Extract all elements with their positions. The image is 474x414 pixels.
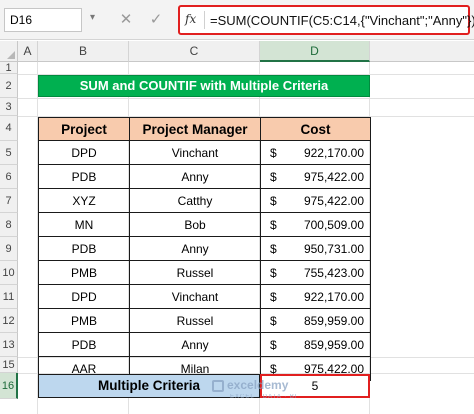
cost-amount: 922,170.00: [303, 290, 364, 304]
currency-symbol: $: [270, 242, 277, 256]
table-row: PDB Anny $859,959.00: [38, 332, 371, 357]
insert-function-icon[interactable]: fx: [185, 12, 196, 26]
header-project-manager[interactable]: Project Manager: [129, 117, 261, 141]
row-header-5[interactable]: 5: [0, 141, 18, 165]
row-header-2[interactable]: 2: [0, 74, 18, 98]
table-row: PMB Russel $859,959.00: [38, 308, 371, 333]
column-header-a[interactable]: A: [18, 41, 38, 62]
currency-symbol: $: [270, 194, 277, 208]
table-row: PMB Russel $755,423.00: [38, 260, 371, 285]
name-box-dropdown-icon[interactable]: ▾: [90, 12, 95, 23]
cell-project[interactable]: DPD: [38, 140, 130, 165]
row-header-15[interactable]: 15: [0, 357, 18, 373]
row-header-16[interactable]: 16: [0, 373, 18, 399]
name-box[interactable]: D16: [4, 8, 82, 32]
cell-manager[interactable]: Anny: [129, 332, 261, 357]
select-all-icon: [7, 51, 15, 59]
cost-amount: 700,509.00: [303, 218, 364, 232]
currency-symbol: $: [270, 146, 277, 160]
row-header-8[interactable]: 8: [0, 213, 18, 237]
cell-project[interactable]: XYZ: [38, 188, 130, 213]
table-row: PDB Anny $975,422.00: [38, 164, 371, 189]
header-cost[interactable]: Cost: [260, 117, 371, 141]
table-row: PDB Anny $950,731.00: [38, 236, 371, 261]
enter-icon[interactable]: ✓: [145, 9, 167, 31]
cell-manager[interactable]: Catthy: [129, 188, 261, 213]
cell-cost[interactable]: $859,959.00: [260, 308, 371, 333]
row-header-9[interactable]: 9: [0, 237, 18, 261]
row-header-7[interactable]: 7: [0, 189, 18, 213]
cell-manager[interactable]: Russel: [129, 308, 261, 333]
gridline: [18, 98, 474, 99]
column-header-c[interactable]: C: [129, 41, 260, 62]
cell-project[interactable]: PDB: [38, 236, 130, 261]
currency-symbol: $: [270, 218, 277, 232]
currency-symbol: $: [270, 266, 277, 280]
row-header-1[interactable]: 1: [0, 62, 18, 74]
watermark-tagline: EXCEL · DATA · BI: [230, 394, 298, 400]
table-row: MN Bob $700,509.00: [38, 212, 371, 237]
watermark-icon: [212, 379, 224, 392]
column-header-blank: [370, 41, 474, 62]
select-all-corner[interactable]: [0, 41, 18, 62]
currency-symbol: $: [270, 338, 277, 352]
cell-cost[interactable]: $975,422.00: [260, 188, 371, 213]
cell-cost[interactable]: $755,423.00: [260, 260, 371, 285]
cell-manager[interactable]: Anny: [129, 164, 261, 189]
cell-manager[interactable]: Vinchant: [129, 284, 261, 309]
row-header-12[interactable]: 12: [0, 309, 18, 333]
cell-manager[interactable]: Russel: [129, 260, 261, 285]
currency-symbol: $: [270, 170, 277, 184]
cell-project[interactable]: DPD: [38, 284, 130, 309]
cell-project[interactable]: PMB: [38, 308, 130, 333]
table-row: DPD Vinchant $922,170.00: [38, 140, 371, 165]
cost-amount: 975,422.00: [303, 194, 364, 208]
cell-manager[interactable]: Anny: [129, 236, 261, 261]
table-header-row: Project Project Manager Cost: [38, 117, 371, 141]
cell-cost[interactable]: $922,170.00: [260, 284, 371, 309]
row-header-13[interactable]: 13: [0, 333, 18, 357]
cost-amount: 859,959.00: [303, 314, 364, 328]
table-row: DPD Vinchant $922,170.00: [38, 284, 371, 309]
formula-input[interactable]: fx =SUM(COUNTIF(C5:C14,{"Vinchant";"Anny…: [178, 5, 474, 35]
currency-symbol: $: [270, 290, 277, 304]
formula-text[interactable]: =SUM(COUNTIF(C5:C14,{"Vinchant";"Anny"})…: [210, 13, 474, 28]
cost-amount: 859,959.00: [303, 338, 364, 352]
cell-cost[interactable]: $922,170.00: [260, 140, 371, 165]
cell-project[interactable]: PDB: [38, 164, 130, 189]
watermark-brand: exceldemy: [227, 378, 289, 392]
row-header-6[interactable]: 6: [0, 165, 18, 189]
row-header-11[interactable]: 11: [0, 285, 18, 309]
cancel-icon[interactable]: ✕: [115, 9, 137, 31]
cost-amount: 922,170.00: [303, 146, 364, 160]
column-header-d[interactable]: D: [260, 41, 370, 62]
cell-cost[interactable]: $700,509.00: [260, 212, 371, 237]
table-row: XYZ Catthy $975,422.00: [38, 188, 371, 213]
cell-project[interactable]: PDB: [38, 332, 130, 357]
cell-project[interactable]: MN: [38, 212, 130, 237]
cell-manager[interactable]: Vinchant: [129, 140, 261, 165]
cell-cost[interactable]: $975,422.00: [260, 164, 371, 189]
currency-symbol: $: [270, 314, 277, 328]
row-header-10[interactable]: 10: [0, 261, 18, 285]
cell-cost[interactable]: $950,731.00: [260, 236, 371, 261]
row-header-3[interactable]: 3: [0, 98, 18, 116]
formula-bar: D16 ▾ ✕ ✓ fx =SUM(COUNTIF(C5:C14,{"Vinch…: [0, 0, 474, 40]
row-header-4[interactable]: 4: [0, 116, 18, 141]
watermark-logo: exceldemy: [212, 378, 288, 392]
cell-manager[interactable]: Bob: [129, 212, 261, 237]
cell-cost[interactable]: $859,959.00: [260, 332, 371, 357]
formula-separator: [204, 11, 205, 29]
cost-amount: 755,423.00: [303, 266, 364, 280]
sheet-title[interactable]: SUM and COUNTIF with Multiple Criteria: [38, 75, 370, 97]
data-table: Project Project Manager Cost DPD Vinchant…: [38, 117, 371, 381]
cell-project[interactable]: PMB: [38, 260, 130, 285]
column-header-b[interactable]: B: [38, 41, 129, 62]
cost-amount: 950,731.00: [303, 242, 364, 256]
cost-amount: 975,422.00: [303, 170, 364, 184]
header-project[interactable]: Project: [38, 117, 130, 141]
